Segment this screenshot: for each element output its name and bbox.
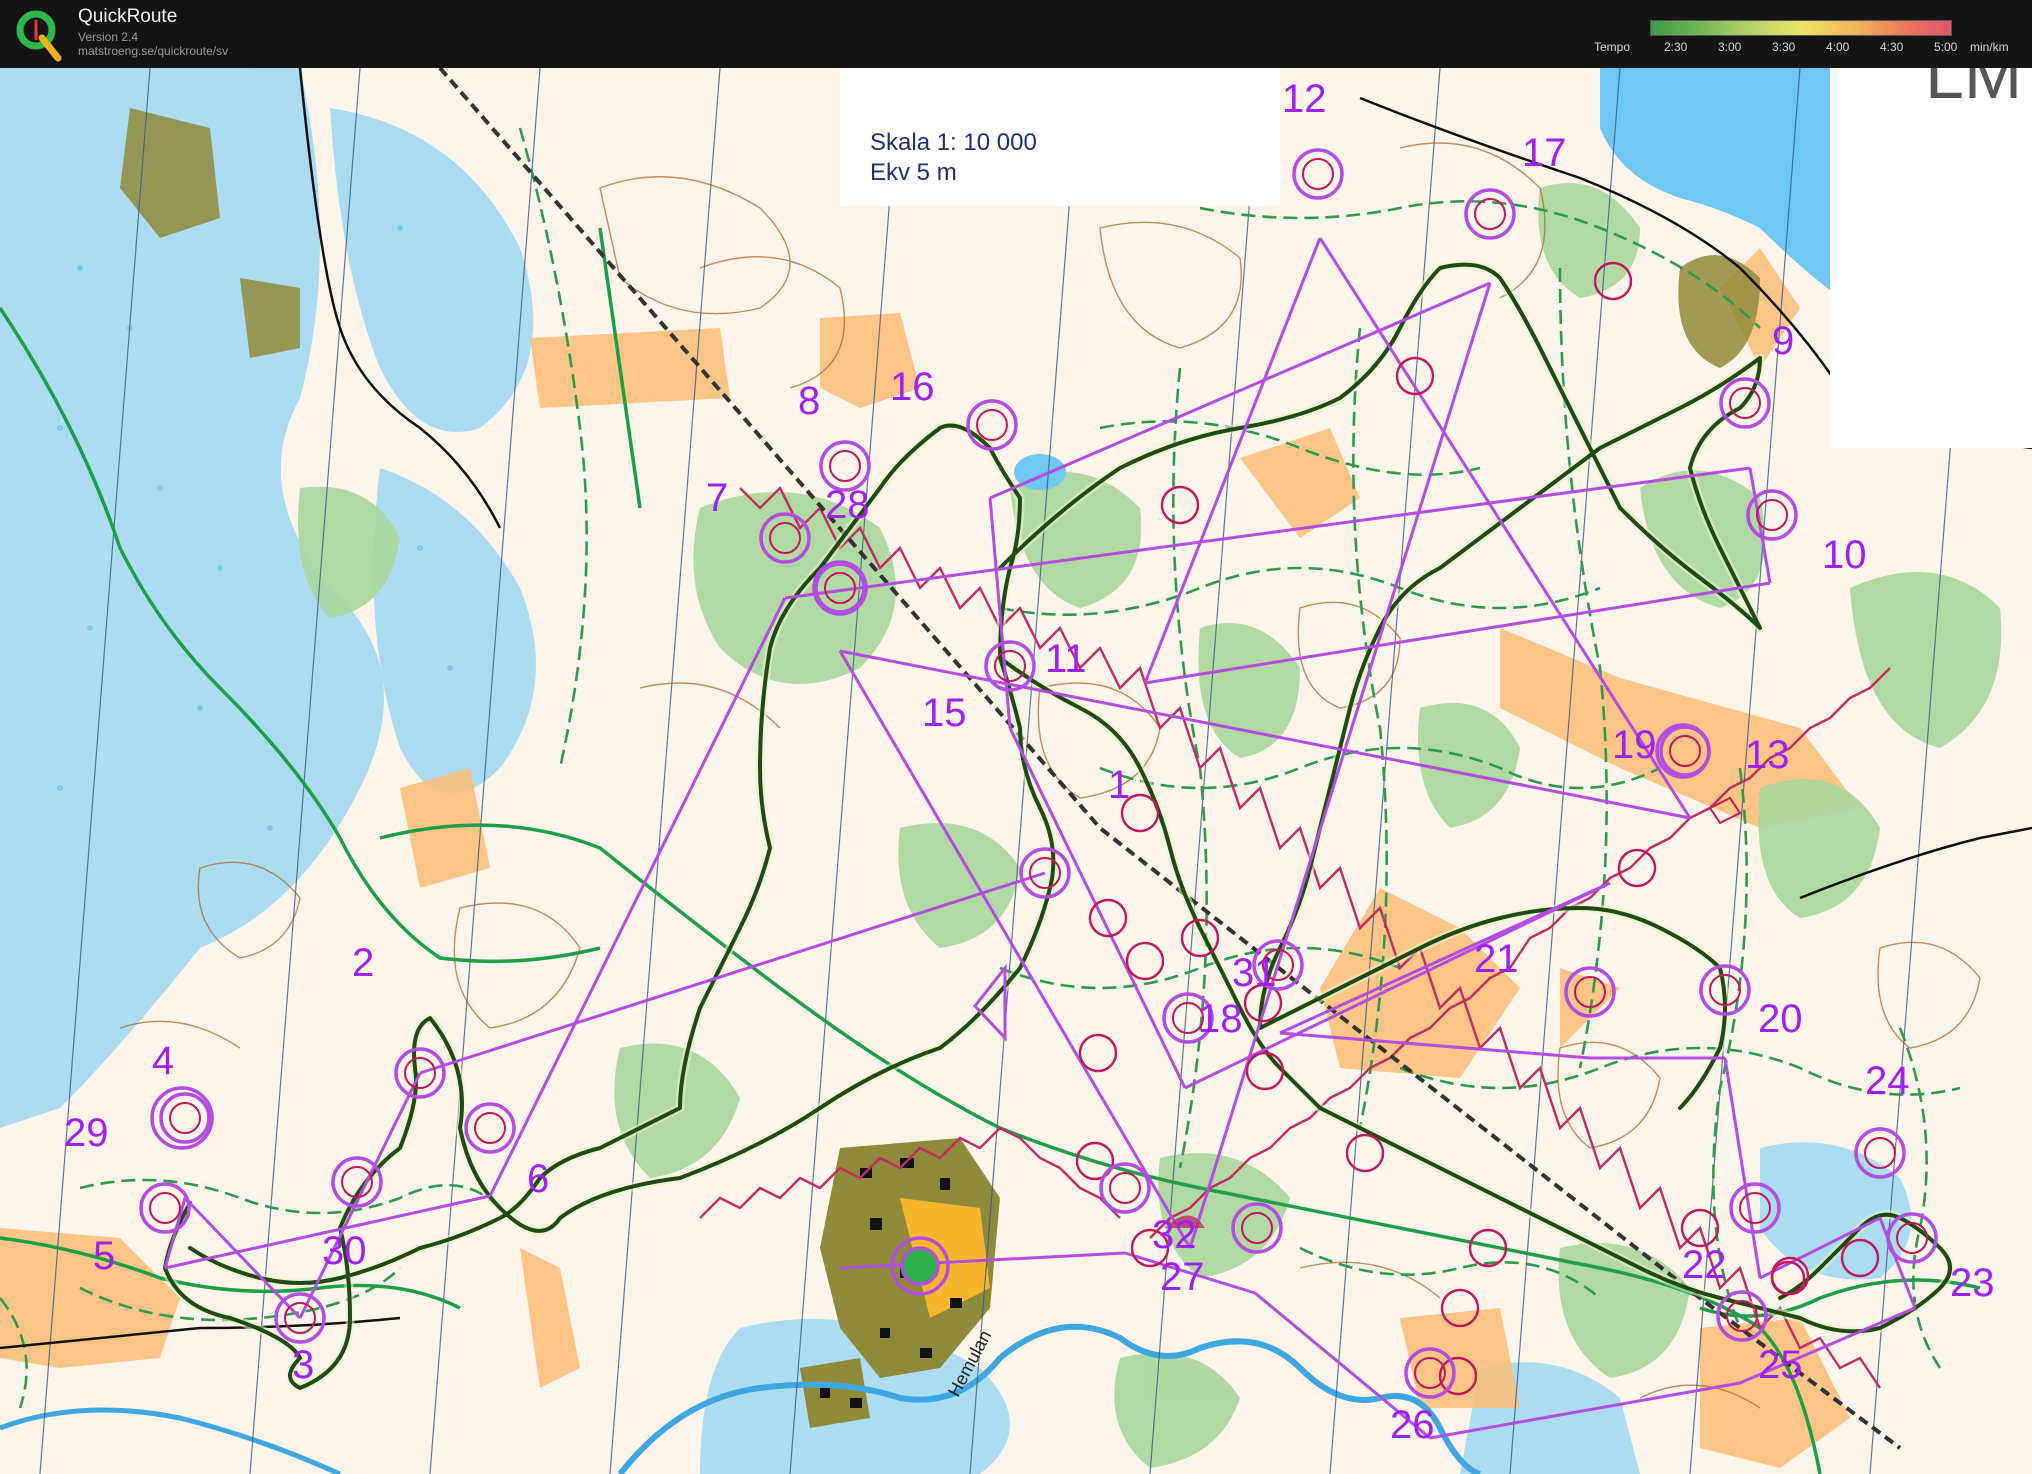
control-label: 32	[1152, 1213, 1197, 1257]
control-label: 10	[1822, 533, 1867, 577]
control-label: 21	[1474, 937, 1519, 981]
tempo-tick: 4:30	[1880, 40, 1904, 54]
orienteering-map[interactable]: 1 2 3 4 5 6 7 8 9 10 11 12 13 15 16 17 1…	[0, 68, 2032, 1474]
quickroute-window: QuickRoute Version 2.4 matstroeng.se/qui…	[0, 0, 2032, 1474]
control-label: 19	[1612, 723, 1657, 767]
control-label: 5	[93, 1234, 115, 1278]
control-label: 23	[1950, 1261, 1995, 1305]
control-label: 22	[1682, 1243, 1727, 1287]
tempo-tick: 3:00	[1718, 40, 1742, 54]
control-label: 13	[1745, 733, 1790, 777]
tempo-label: Tempo	[1594, 40, 1631, 54]
control-label: 12	[1282, 77, 1327, 121]
control-label: 28	[825, 483, 870, 527]
quickroute-logo-icon	[16, 10, 62, 62]
control-label: 9	[1772, 319, 1794, 363]
app-name: QuickRoute	[78, 6, 178, 27]
control-label: 6	[527, 1157, 549, 1201]
scale-text: Skala 1: 10 000	[870, 129, 1037, 156]
map-canvas[interactable]: 1 2 3 4 5 6 7 8 9 10 11 12 13 15 16 17 1…	[0, 68, 2032, 1474]
tempo-tick: 3:30	[1772, 40, 1796, 54]
tempo-tick: 2:30	[1664, 40, 1688, 54]
control-label: 20	[1758, 997, 1803, 1041]
control-label: 11	[1045, 637, 1087, 681]
control-label: 7	[706, 476, 728, 520]
control-label: 1	[1108, 763, 1130, 807]
control-label: 24	[1865, 1059, 1910, 1103]
control-label: 4	[152, 1039, 174, 1083]
contour-interval-text: Ekv 5 m	[870, 159, 957, 186]
control-label: 31	[1232, 951, 1277, 995]
tempo-tick: 5:00	[1934, 40, 1958, 54]
control-label: 8	[798, 379, 820, 423]
control-label: 25	[1758, 1343, 1803, 1387]
control-label: 27	[1160, 1255, 1205, 1299]
tempo-tick: 4:00	[1826, 40, 1850, 54]
app-header: QuickRoute Version 2.4 matstroeng.se/qui…	[0, 0, 2032, 69]
map-corner-text: LM	[1925, 68, 2022, 113]
control-label: 2	[352, 941, 374, 985]
control-label: 29	[64, 1111, 109, 1155]
control-label: 3	[292, 1343, 314, 1387]
app-version: Version 2.4	[78, 30, 139, 44]
control-label: 30	[322, 1229, 367, 1273]
finish-circle	[890, 1236, 950, 1296]
tempo-color-scale	[1650, 20, 1952, 36]
app-url[interactable]: matstroeng.se/quickroute/sv	[78, 44, 228, 58]
control-label: 26	[1390, 1403, 1435, 1447]
control-label: 16	[890, 365, 935, 409]
control-label: 18	[1198, 997, 1243, 1041]
control-label: 15	[922, 691, 967, 735]
tempo-unit: min/km	[1970, 40, 2009, 54]
control-label: 17	[1522, 131, 1567, 175]
